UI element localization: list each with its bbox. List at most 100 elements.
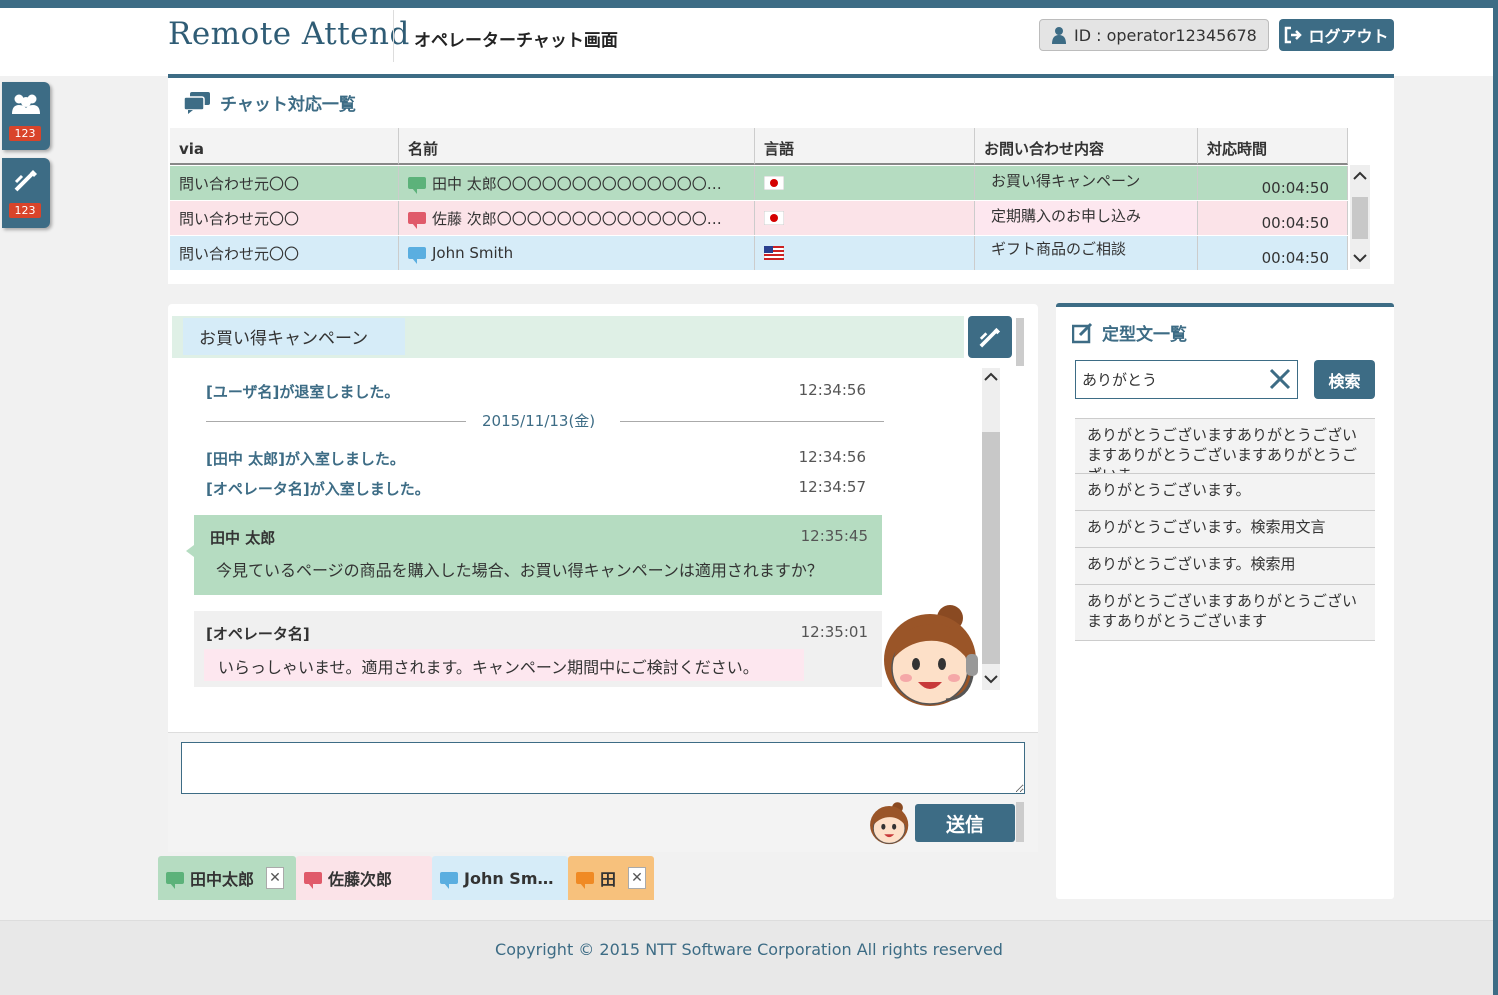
date-separator: 2015/11/13(金) (482, 412, 596, 430)
name-text: 田中 太郎〇〇〇〇〇〇〇〇〇〇〇〇〇〇… (432, 174, 722, 193)
tab-tanaka[interactable]: 田中太郎 ✕ (158, 856, 296, 900)
logout-button[interactable]: ログアウト (1279, 19, 1394, 51)
col-language[interactable]: 言語 (755, 128, 975, 165)
message-sender: 田中 太郎 (210, 529, 276, 547)
logout-icon (1285, 26, 1303, 44)
chevron-down-icon[interactable] (1353, 253, 1367, 263)
col-inquiry[interactable]: お問い合わせ内容 (975, 128, 1198, 165)
system-message: [オペレータ名]が入室しました。 (206, 480, 430, 498)
lang-cell (755, 166, 975, 200)
lang-cell (755, 236, 975, 270)
inquiry-cell: ギフト商品のご相談 (975, 236, 1198, 270)
edit-subject-button[interactable] (968, 316, 1012, 358)
phrase-search-input[interactable]: ありがとう (1075, 360, 1298, 399)
sidebar-chat-button[interactable]: 123 (2, 158, 50, 228)
operator-avatar-icon (884, 605, 978, 706)
logout-label: ログアウト (1308, 27, 1389, 46)
table-header: via 名前 言語 お問い合わせ内容 対応時間 (170, 128, 1348, 166)
scroll-thumb[interactable] (1352, 197, 1368, 239)
phrase-title-text: 定型文一覧 (1102, 325, 1187, 345)
tab-john[interactable]: John Sm… (432, 856, 568, 900)
tab-sato[interactable]: 佐藤次郎 (296, 856, 432, 900)
via-cell: 問い合わせ元〇〇 (170, 236, 399, 270)
phrase-item[interactable]: ありがとうございますありがとうございますありがとうございます (1075, 585, 1375, 641)
phrase-item[interactable]: ありがとうございます。検索用 (1075, 548, 1375, 585)
phrase-item[interactable]: ありがとうございます。検索用文言 (1075, 511, 1375, 548)
tab-label: 田 (600, 870, 617, 889)
send-button[interactable]: 送信 (915, 804, 1015, 842)
message-time: 12:35:45 (800, 527, 868, 545)
operator-message: [オペレータ名] 12:35:01 いらっしゃいませ。適用されます。キャンペーン… (194, 611, 882, 687)
date-divider-right (620, 421, 884, 422)
tab-label: 田中太郎 (190, 870, 255, 889)
lang-cell (755, 201, 975, 235)
chat-bubble-icon (408, 177, 426, 194)
copyright: Copyright © 2015 NTT Software Corporatio… (495, 940, 1003, 959)
user-id-text: ID : operator12345678 (1074, 25, 1257, 45)
tab-ta[interactable]: 田 ✕ (568, 856, 654, 900)
phrase-item[interactable]: ありがとうございますありがとうございますありがとうございますありがとうございま… (1075, 418, 1375, 474)
message-sender: [オペレータ名] (206, 625, 310, 643)
edit-note-icon (1072, 322, 1093, 343)
via-cell: 問い合わせ元〇〇 (170, 166, 399, 200)
chat-bubble-icon (440, 872, 458, 889)
chat-bubbles-icon (184, 91, 210, 114)
header-divider (393, 10, 394, 62)
chat-list-scrollbar[interactable] (1350, 165, 1370, 269)
name-cell: 田中 太郎〇〇〇〇〇〇〇〇〇〇〇〇〇〇… (399, 166, 755, 200)
chat-bubble-icon (408, 247, 426, 264)
clear-icon[interactable] (1269, 368, 1291, 390)
tab-label: 佐藤次郎 (328, 870, 393, 889)
system-message-time: 12:34:57 (798, 478, 866, 496)
phrase-item[interactable]: ありがとうございます。 (1075, 474, 1375, 511)
edit-pen-icon (979, 327, 1001, 348)
table-row[interactable]: 問い合わせ元〇〇 John Smith ギフト商品のご相談 00:04:50 (170, 236, 1348, 271)
chat-list-title: チャット対応一覧 (184, 90, 356, 115)
chat-table: via 名前 言語 お問い合わせ内容 対応時間 問い合わせ元〇〇 田中 太郎〇〇… (170, 128, 1348, 271)
user-id-display: ID : operator12345678 (1039, 19, 1269, 51)
japan-flag-icon (764, 211, 784, 225)
message-text: 今見ているページの商品を購入した場合、お買い得キャンペーンは適用されますか？ (206, 553, 866, 583)
close-icon[interactable]: ✕ (266, 867, 285, 889)
time-cell: 00:04:50 (1198, 166, 1348, 200)
chat-bubble-icon (576, 872, 594, 889)
col-name[interactable]: 名前 (399, 128, 755, 165)
chat-scroll-thumb[interactable] (982, 432, 1000, 664)
date-divider-left (206, 421, 466, 422)
phrase-search-button[interactable]: 検索 (1314, 360, 1375, 399)
system-message-time: 12:34:56 (798, 381, 866, 399)
chevron-up-icon[interactable] (1353, 171, 1367, 181)
table-row[interactable]: 問い合わせ元〇〇 佐藤 次郎〇〇〇〇〇〇〇〇〇〇〇〇〇〇… 定期購入のお申し込み… (170, 201, 1348, 236)
sidebar-users-button[interactable]: 123 (2, 82, 50, 150)
name-cell: John Smith (399, 236, 755, 270)
phrase-search-value: ありがとう (1082, 371, 1158, 389)
japan-flag-icon (764, 176, 784, 190)
system-message-time: 12:34:56 (798, 448, 866, 466)
name-cell: 佐藤 次郎〇〇〇〇〇〇〇〇〇〇〇〇〇〇… (399, 201, 755, 235)
chevron-down-icon[interactable] (984, 674, 998, 684)
chat-list-title-text: チャット対応一覧 (220, 95, 356, 115)
customer-message: 田中 太郎 12:35:45 今見ているページの商品を購入した場合、お買い得キャ… (186, 515, 882, 595)
top-bar (0, 0, 1498, 8)
usa-flag-icon (764, 246, 784, 260)
chat-bubble-icon (304, 872, 322, 889)
chat-count-badge: 123 (9, 203, 41, 218)
page-title: オペレーターチャット画面 (414, 31, 618, 51)
time-cell: 00:04:50 (1198, 201, 1348, 235)
panel-scrollbar[interactable] (1016, 318, 1024, 366)
table-row[interactable]: 問い合わせ元〇〇 田中 太郎〇〇〇〇〇〇〇〇〇〇〇〇〇〇… お買い得キャンペーン… (170, 166, 1348, 201)
user-icon (1052, 27, 1066, 44)
close-icon[interactable]: ✕ (628, 867, 647, 889)
phrase-list: ありがとうございますありがとうございますありがとうございますありがとうございま…… (1075, 418, 1375, 641)
message-input[interactable] (181, 742, 1025, 794)
col-time[interactable]: 対応時間 (1198, 128, 1348, 165)
users-icon (12, 94, 40, 114)
small-operator-avatar-icon (870, 802, 909, 845)
message-time: 12:35:01 (800, 623, 868, 641)
message-tail (186, 545, 194, 557)
chevron-up-icon[interactable] (984, 372, 998, 382)
col-via[interactable]: via (170, 128, 399, 165)
inquiry-cell: お買い得キャンペーン (975, 166, 1198, 200)
message-text: いらっしゃいませ。適用されます。キャンペーン期間中にご検討ください。 (204, 649, 804, 681)
via-cell: 問い合わせ元〇〇 (170, 201, 399, 235)
